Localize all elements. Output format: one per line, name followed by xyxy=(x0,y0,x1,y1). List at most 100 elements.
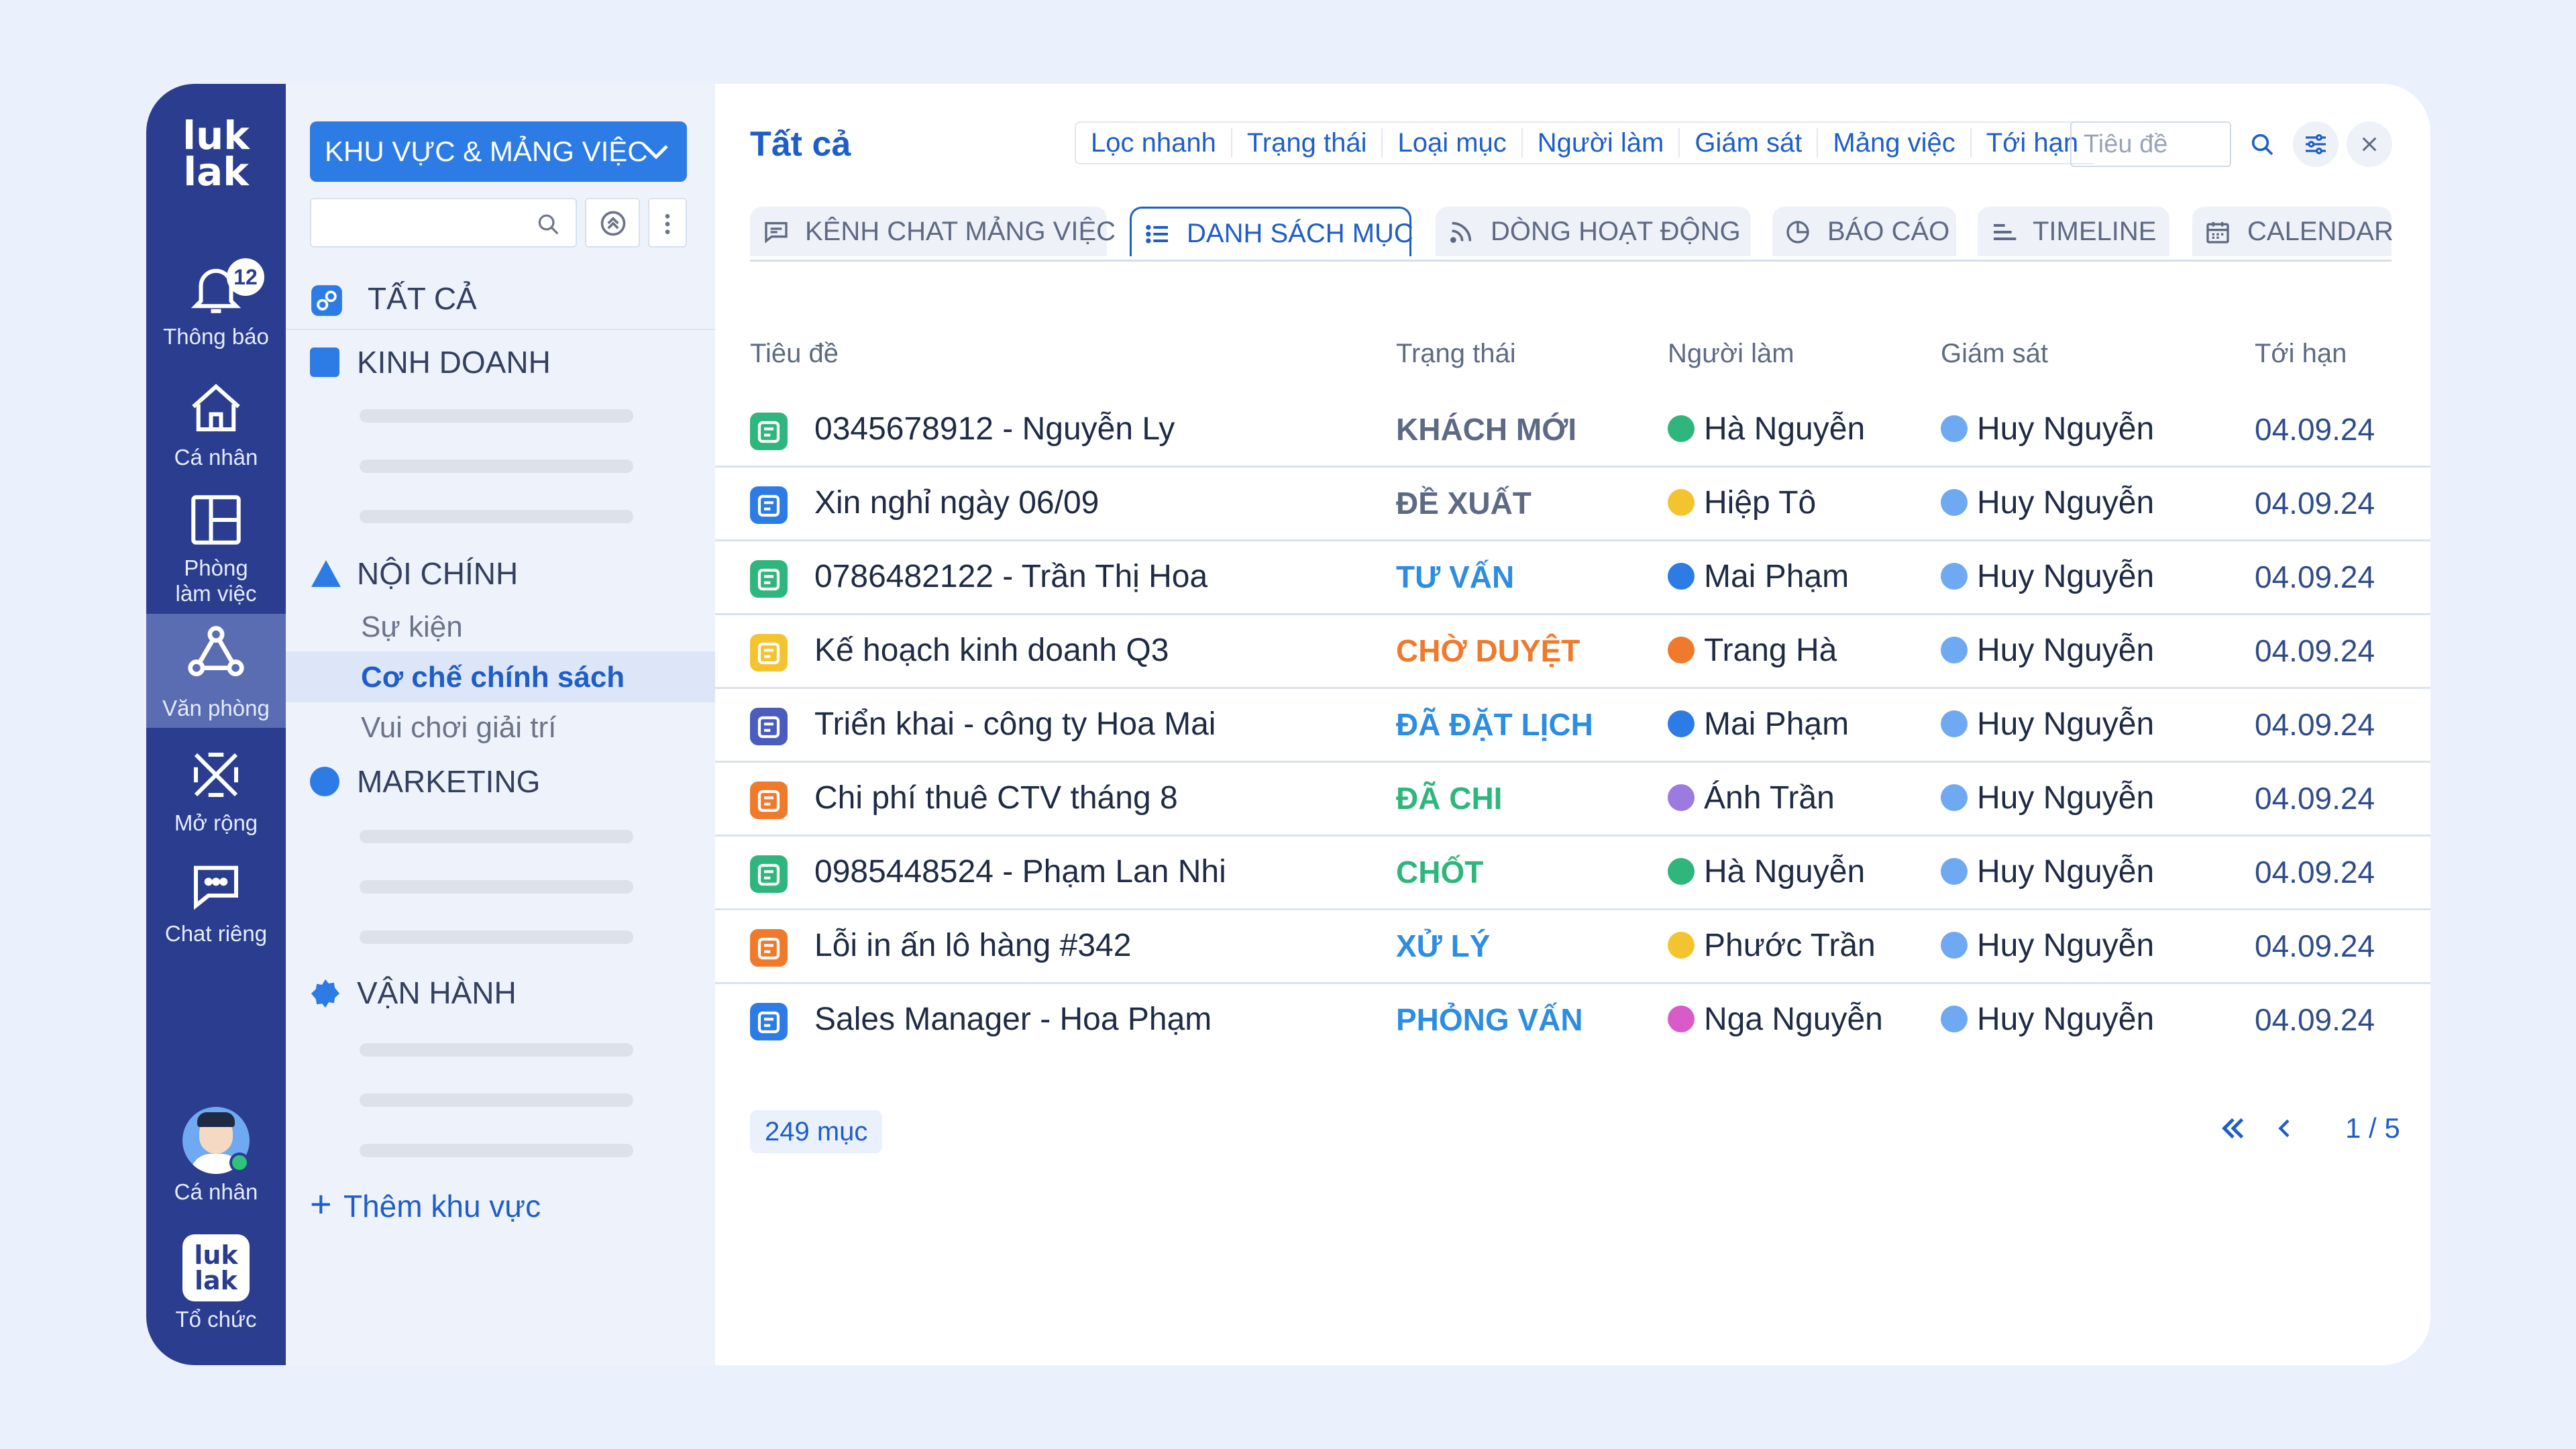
table-row[interactable]: Lỗi in ấn lô hàng #342 XỬ LÝ Phước Trần Huy… xyxy=(715,910,2430,984)
assignee-cell[interactable]: Mai Phạm xyxy=(1668,541,1849,612)
more-options-button[interactable] xyxy=(648,198,687,248)
assignee-cell[interactable]: Trang Hà xyxy=(1668,615,1837,686)
row-title[interactable]: Kế hoạch kinh doanh Q3 xyxy=(814,615,1169,686)
supervisor-cell[interactable]: Huy Nguyễn xyxy=(1941,837,2154,908)
row-title[interactable]: 0985448524 - Phạm Lan Nhi xyxy=(814,837,1226,908)
row-title[interactable]: Lỗi in ấn lô hàng #342 xyxy=(814,910,1131,981)
list-icon xyxy=(1146,225,1168,244)
sidebar-subitem-policy[interactable]: Cơ chế chính sách xyxy=(361,657,625,698)
column-header-assignee[interactable]: Người làm xyxy=(1668,327,1794,380)
rss-icon xyxy=(1450,221,1472,243)
table-row[interactable]: Kế hoạch kinh doanh Q3 CHỜ DUYỆT Trang Hà H… xyxy=(715,615,2430,689)
avatar-icon xyxy=(1668,563,1695,590)
due-date: 04.09.24 xyxy=(2255,928,2375,963)
filter-supervisor[interactable]: Giám sát xyxy=(1680,128,1819,158)
table-row[interactable]: 0985448524 - Phạm Lan Nhi CHỐT Hà Nguyễn Hu… xyxy=(715,837,2430,910)
table-row[interactable]: 0786482122 - Trần Thị Hoa TƯ VẤN Mai Phạm H… xyxy=(715,541,2430,615)
assignee-cell[interactable]: Ánh Trần xyxy=(1668,763,1835,834)
tab-item-list[interactable]: DANH SÁCH MỤC xyxy=(1130,207,1413,256)
sidebar-search-input[interactable] xyxy=(310,198,577,248)
tab-calendar[interactable]: CALENDAR xyxy=(2192,207,2394,256)
rail-item-personal[interactable]: Cá nhân xyxy=(146,379,286,480)
supervisor-name: Huy Nguyễn xyxy=(1977,633,2155,668)
supervisor-name: Huy Nguyễn xyxy=(1977,485,2155,521)
rail-item-profile[interactable]: Cá nhân xyxy=(146,1107,286,1214)
collapse-all-button[interactable] xyxy=(585,198,640,248)
table-row[interactable]: Xin nghỉ ngày 06/09 ĐỀ XUẤT Hiệp Tô Huy Ngu… xyxy=(715,468,2430,541)
tab-timeline[interactable]: TIMELINE xyxy=(1978,207,2169,256)
supervisor-cell[interactable]: Huy Nguyễn xyxy=(1941,689,2154,760)
row-title[interactable]: Sales Manager - Hoa Phạm xyxy=(814,984,1212,1055)
supervisor-cell[interactable]: Huy Nguyễn xyxy=(1941,394,2154,465)
assignee-cell[interactable]: Mai Phạm xyxy=(1668,689,1849,760)
row-title[interactable]: Chi phí thuê CTV tháng 8 xyxy=(814,763,1178,834)
assignee-cell[interactable]: Hiệp Tô xyxy=(1668,468,1816,539)
tab-activity-stream[interactable]: DÒNG HOẠT ĐỘNG xyxy=(1436,207,1751,256)
table-row[interactable]: Triển khai - công ty Hoa Mai ĐÃ ĐẶT LỊCH M… xyxy=(715,689,2430,763)
search-button[interactable] xyxy=(2239,121,2285,167)
assignee-cell[interactable]: Phước Trần xyxy=(1668,910,1876,981)
supervisor-cell[interactable]: Huy Nguyễn xyxy=(1941,984,2154,1055)
table-row[interactable]: Sales Manager - Hoa Phạm PHỎNG VẤN Nga Ngu… xyxy=(715,984,2430,1058)
status-badge: ĐÃ ĐẶT LỊCH xyxy=(1396,707,1593,742)
column-header-title[interactable]: Tiêu đề xyxy=(750,327,839,380)
add-area-button[interactable]: + Thêm khu vực xyxy=(310,1184,541,1226)
column-header-due[interactable]: Tới hạn xyxy=(2255,327,2347,380)
row-title[interactable]: 0786482122 - Trần Thị Hoa xyxy=(814,541,1208,612)
contact-icon xyxy=(750,413,788,450)
table-row[interactable]: 0345678912 - Nguyễn Ly KHÁCH MỚI Hà Nguyễn… xyxy=(715,394,2430,468)
close-button[interactable] xyxy=(2347,121,2392,167)
first-page-button[interactable] xyxy=(2218,1105,2249,1158)
column-header-status[interactable]: Trạng thái xyxy=(1396,327,1516,380)
assignee-cell[interactable]: Hà Nguyễn xyxy=(1668,394,1865,465)
previous-page-button[interactable] xyxy=(2271,1105,2298,1158)
supervisor-cell[interactable]: Huy Nguyễn xyxy=(1941,615,2154,686)
avatar-icon xyxy=(1941,637,1968,663)
sidebar-item-label: VẬN HÀNH xyxy=(357,975,517,1010)
row-title[interactable]: Triển khai - công ty Hoa Mai xyxy=(814,689,1216,760)
supervisor-cell[interactable]: Huy Nguyễn xyxy=(1941,468,2154,539)
supervisor-name: Huy Nguyễn xyxy=(1977,854,2155,890)
filter-workstream[interactable]: Mảng việc xyxy=(1818,128,1972,158)
filter-settings-button[interactable] xyxy=(2293,121,2339,167)
row-title[interactable]: Xin nghỉ ngày 06/09 xyxy=(814,468,1099,539)
sidebar-item-label: TẤT CẢ xyxy=(368,281,477,316)
filter-quick[interactable]: Lọc nhanh xyxy=(1076,128,1232,158)
due-date: 04.09.24 xyxy=(2255,855,2375,890)
rail-item-workroom[interactable]: Phòng làm việc xyxy=(146,490,286,610)
rail-item-notifications[interactable]: 12 Thông báo xyxy=(146,258,286,366)
tab-chat-channel[interactable]: KÊNH CHAT MẢNG VIỆC xyxy=(750,207,1116,256)
status-badge: ĐÃ CHI xyxy=(1396,781,1503,816)
placeholder-line xyxy=(360,409,633,423)
due-date: 04.09.24 xyxy=(2255,707,2375,742)
row-title[interactable]: 0345678912 - Nguyễn Ly xyxy=(814,394,1175,465)
sidebar-subitem-entertainment[interactable]: Vui chơi giải trí xyxy=(361,708,556,748)
due-date: 04.09.24 xyxy=(2255,781,2375,816)
assignee-cell[interactable]: Hà Nguyễn xyxy=(1668,837,1865,908)
supervisor-cell[interactable]: Huy Nguyễn xyxy=(1941,763,2154,834)
view-tabs: KÊNH CHAT MẢNG VIỆC DANH SÁCH MỤC DÒNG H… xyxy=(750,207,2394,262)
chat-channel-icon xyxy=(765,222,788,244)
avatar-icon xyxy=(1668,932,1695,959)
rail-item-private-chat[interactable]: Chat riêng xyxy=(146,855,286,956)
area-dropdown-button[interactable]: KHU VỰC & MẢNG VIỆC xyxy=(310,121,687,182)
rail-item-organization[interactable]: luk lak Tổ chức xyxy=(146,1234,286,1348)
supervisor-cell[interactable]: Huy Nguyễn xyxy=(1941,910,2154,981)
page-indicator: 1 / 5 xyxy=(2345,1112,2400,1144)
rail-item-extend[interactable]: Mở rộng xyxy=(146,745,286,845)
filter-assignee[interactable]: Người làm xyxy=(1523,128,1680,158)
column-header-supervisor[interactable]: Giám sát xyxy=(1941,327,2048,380)
sidebar-subitem-events[interactable]: Sự kiện xyxy=(361,607,463,647)
supervisor-cell[interactable]: Huy Nguyễn xyxy=(1941,541,2154,612)
tab-report[interactable]: BÁO CÁO xyxy=(1772,207,1956,256)
table-row[interactable]: Chi phí thuê CTV tháng 8 ĐÃ CHI Ánh Trần Hu… xyxy=(715,763,2430,837)
close-icon xyxy=(2362,137,2377,152)
filter-type[interactable]: Loại mục xyxy=(1383,128,1523,158)
rail-item-office[interactable]: Văn phòng xyxy=(146,614,286,728)
due-date: 04.09.24 xyxy=(2255,633,2375,668)
assignee-cell[interactable]: Nga Nguyễn xyxy=(1668,984,1883,1055)
filter-status[interactable]: Trạng thái xyxy=(1232,128,1383,158)
title-search-input[interactable]: Tiêu đề xyxy=(2070,121,2231,167)
avatar-icon xyxy=(1668,637,1695,663)
lukl-logo[interactable]: luk lak xyxy=(146,116,286,191)
